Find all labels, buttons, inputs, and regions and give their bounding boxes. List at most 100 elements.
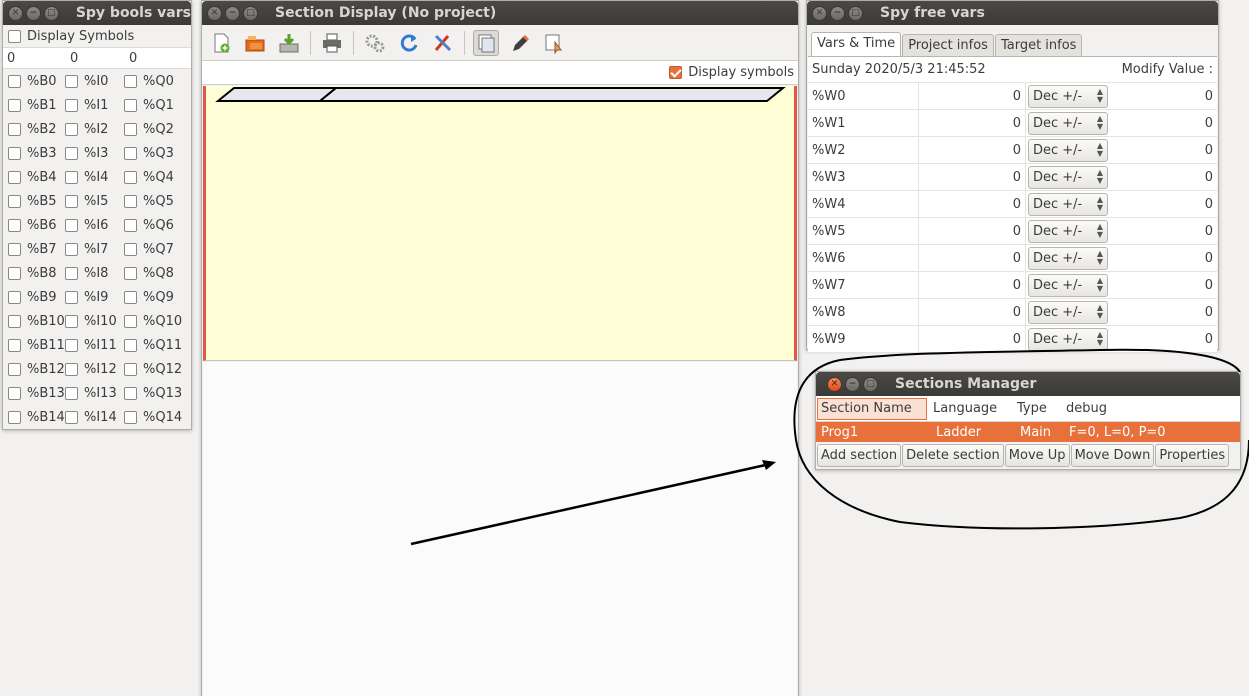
section-display-titlebar[interactable]: ✕ − □ Section Display (No project) [202, 1, 798, 25]
spy-free-vars-titlebar[interactable]: ✕ − □ Spy free vars [807, 1, 1218, 25]
bool-var-option[interactable]: %B7 [3, 242, 65, 257]
bool-var-option[interactable]: %I4 [65, 170, 124, 185]
bool-var-checkbox[interactable] [8, 98, 21, 112]
spin-arrows-icon[interactable]: ▲ ▼ [1097, 115, 1103, 131]
bool-var-checkbox[interactable] [124, 266, 137, 280]
bool-var-option[interactable]: %I3 [65, 146, 124, 161]
maximize-icon[interactable]: □ [848, 5, 863, 21]
format-spinner[interactable]: Dec +/- ▲ ▼ [1028, 111, 1108, 135]
bool-var-option[interactable]: %B2 [3, 122, 65, 137]
bool-var-option[interactable]: %I6 [65, 218, 124, 233]
column-header-section-name[interactable]: Section Name [817, 397, 927, 420]
bool-var-checkbox[interactable] [124, 362, 137, 376]
bool-var-option[interactable]: %Q8 [124, 266, 190, 281]
bool-var-option[interactable]: %B12 [3, 362, 65, 377]
maximize-icon[interactable]: □ [243, 5, 258, 21]
bool-var-option[interactable]: %I10 [65, 314, 124, 329]
bool-var-option[interactable]: %I11 [65, 338, 124, 353]
modify-value-input[interactable]: 0 [1108, 170, 1217, 185]
bool-var-option[interactable]: %I14 [65, 410, 124, 425]
bool-var-checkbox[interactable] [8, 338, 21, 352]
bool-var-option[interactable]: %I1 [65, 98, 124, 113]
bool-var-checkbox[interactable] [65, 98, 78, 112]
bool-var-checkbox[interactable] [8, 362, 21, 376]
column-header-language[interactable]: Language [927, 401, 1011, 416]
bool-var-checkbox[interactable] [65, 266, 78, 280]
bool-var-option[interactable]: %I2 [65, 122, 124, 137]
bool-var-option[interactable]: %I12 [65, 362, 124, 377]
bool-var-option[interactable]: %I0 [65, 74, 124, 89]
close-icon[interactable]: ✕ [8, 5, 23, 21]
close-icon[interactable]: ✕ [207, 5, 222, 21]
bool-var-checkbox[interactable] [8, 218, 21, 232]
properties-button[interactable]: Properties [1155, 444, 1230, 467]
bool-var-checkbox[interactable] [8, 122, 21, 136]
bool-var-option[interactable]: %Q13 [124, 386, 190, 401]
tab-project-infos[interactable]: Project infos [902, 34, 994, 56]
maximize-icon[interactable]: □ [863, 376, 878, 392]
bool-var-option[interactable]: %Q14 [124, 410, 190, 425]
close-icon[interactable]: ✕ [812, 5, 827, 21]
bool-var-option[interactable]: %I7 [65, 242, 124, 257]
bool-var-checkbox[interactable] [124, 338, 137, 352]
spy-bools-titlebar[interactable]: ✕ − □ Spy bools vars [3, 1, 191, 25]
bool-var-checkbox[interactable] [8, 266, 21, 280]
display-symbols-option[interactable]: Display Symbols [3, 25, 191, 47]
bool-var-checkbox[interactable] [124, 314, 137, 328]
bool-var-option[interactable]: %B11 [3, 338, 65, 353]
minimize-icon[interactable]: − [845, 376, 860, 392]
bool-var-checkbox[interactable] [124, 290, 137, 304]
bool-var-checkbox[interactable] [124, 410, 137, 424]
tab-target-infos[interactable]: Target infos [994, 34, 1083, 56]
delete-section-button[interactable]: Delete section [902, 444, 1004, 467]
bool-var-checkbox[interactable] [124, 218, 137, 232]
open-folder-icon[interactable] [242, 30, 268, 56]
spin-arrows-icon[interactable]: ▲ ▼ [1097, 88, 1103, 104]
spin-arrows-icon[interactable]: ▲ ▼ [1097, 250, 1103, 266]
format-spinner[interactable]: Dec +/- ▲ ▼ [1028, 219, 1108, 243]
modify-value-input[interactable]: 0 [1108, 332, 1217, 347]
bool-var-checkbox[interactable] [8, 410, 21, 424]
bool-var-option[interactable]: %Q4 [124, 170, 190, 185]
bool-var-checkbox[interactable] [124, 170, 137, 184]
section-view-icon[interactable] [473, 29, 499, 56]
refresh-icon[interactable] [396, 30, 422, 56]
bool-var-checkbox[interactable] [8, 314, 21, 328]
bool-var-option[interactable]: %B1 [3, 98, 65, 113]
bool-var-checkbox[interactable] [124, 386, 137, 400]
spin-arrows-icon[interactable]: ▲ ▼ [1097, 304, 1103, 320]
bool-var-checkbox[interactable] [124, 98, 137, 112]
bool-var-checkbox[interactable] [65, 146, 78, 160]
save-icon[interactable] [276, 30, 302, 56]
spin-arrows-icon[interactable]: ▲ ▼ [1097, 169, 1103, 185]
modify-value-input[interactable]: 0 [1108, 116, 1217, 131]
minimize-icon[interactable]: − [225, 5, 240, 21]
bool-var-checkbox[interactable] [8, 74, 21, 88]
format-spinner[interactable]: Dec +/- ▲ ▼ [1028, 192, 1108, 216]
bool-var-checkbox[interactable] [65, 362, 78, 376]
bool-var-checkbox[interactable] [8, 290, 21, 304]
move-up-button[interactable]: Move Up [1004, 444, 1070, 467]
bool-var-option[interactable]: %Q12 [124, 362, 190, 377]
bool-var-option[interactable]: %Q1 [124, 98, 190, 113]
bool-var-checkbox[interactable] [8, 242, 21, 256]
bool-var-checkbox[interactable] [65, 74, 78, 88]
symbols-edit-icon[interactable] [541, 30, 567, 56]
display-symbols-checkbox[interactable] [8, 29, 21, 43]
bool-var-checkbox[interactable] [8, 170, 21, 184]
bool-var-option[interactable]: %I13 [65, 386, 124, 401]
bool-var-checkbox[interactable] [124, 194, 137, 208]
bool-var-option[interactable]: %B10 [3, 314, 65, 329]
bool-var-option[interactable]: %B13 [3, 386, 65, 401]
bool-var-checkbox[interactable] [65, 218, 78, 232]
format-spinner[interactable]: Dec +/- ▲ ▼ [1028, 138, 1108, 162]
bool-var-option[interactable]: %B4 [3, 170, 65, 185]
bool-var-option[interactable]: %Q7 [124, 242, 190, 257]
bool-var-checkbox[interactable] [124, 122, 137, 136]
spin-arrows-icon[interactable]: ▲ ▼ [1097, 223, 1103, 239]
bool-var-option[interactable]: %Q6 [124, 218, 190, 233]
close-icon[interactable]: ✕ [827, 376, 842, 392]
display-symbols-checkbox[interactable] [669, 66, 683, 79]
table-row[interactable]: Prog1 Ladder Main F=0, L=0, P=0 [816, 422, 1240, 442]
bool-var-option[interactable]: %I9 [65, 290, 124, 305]
